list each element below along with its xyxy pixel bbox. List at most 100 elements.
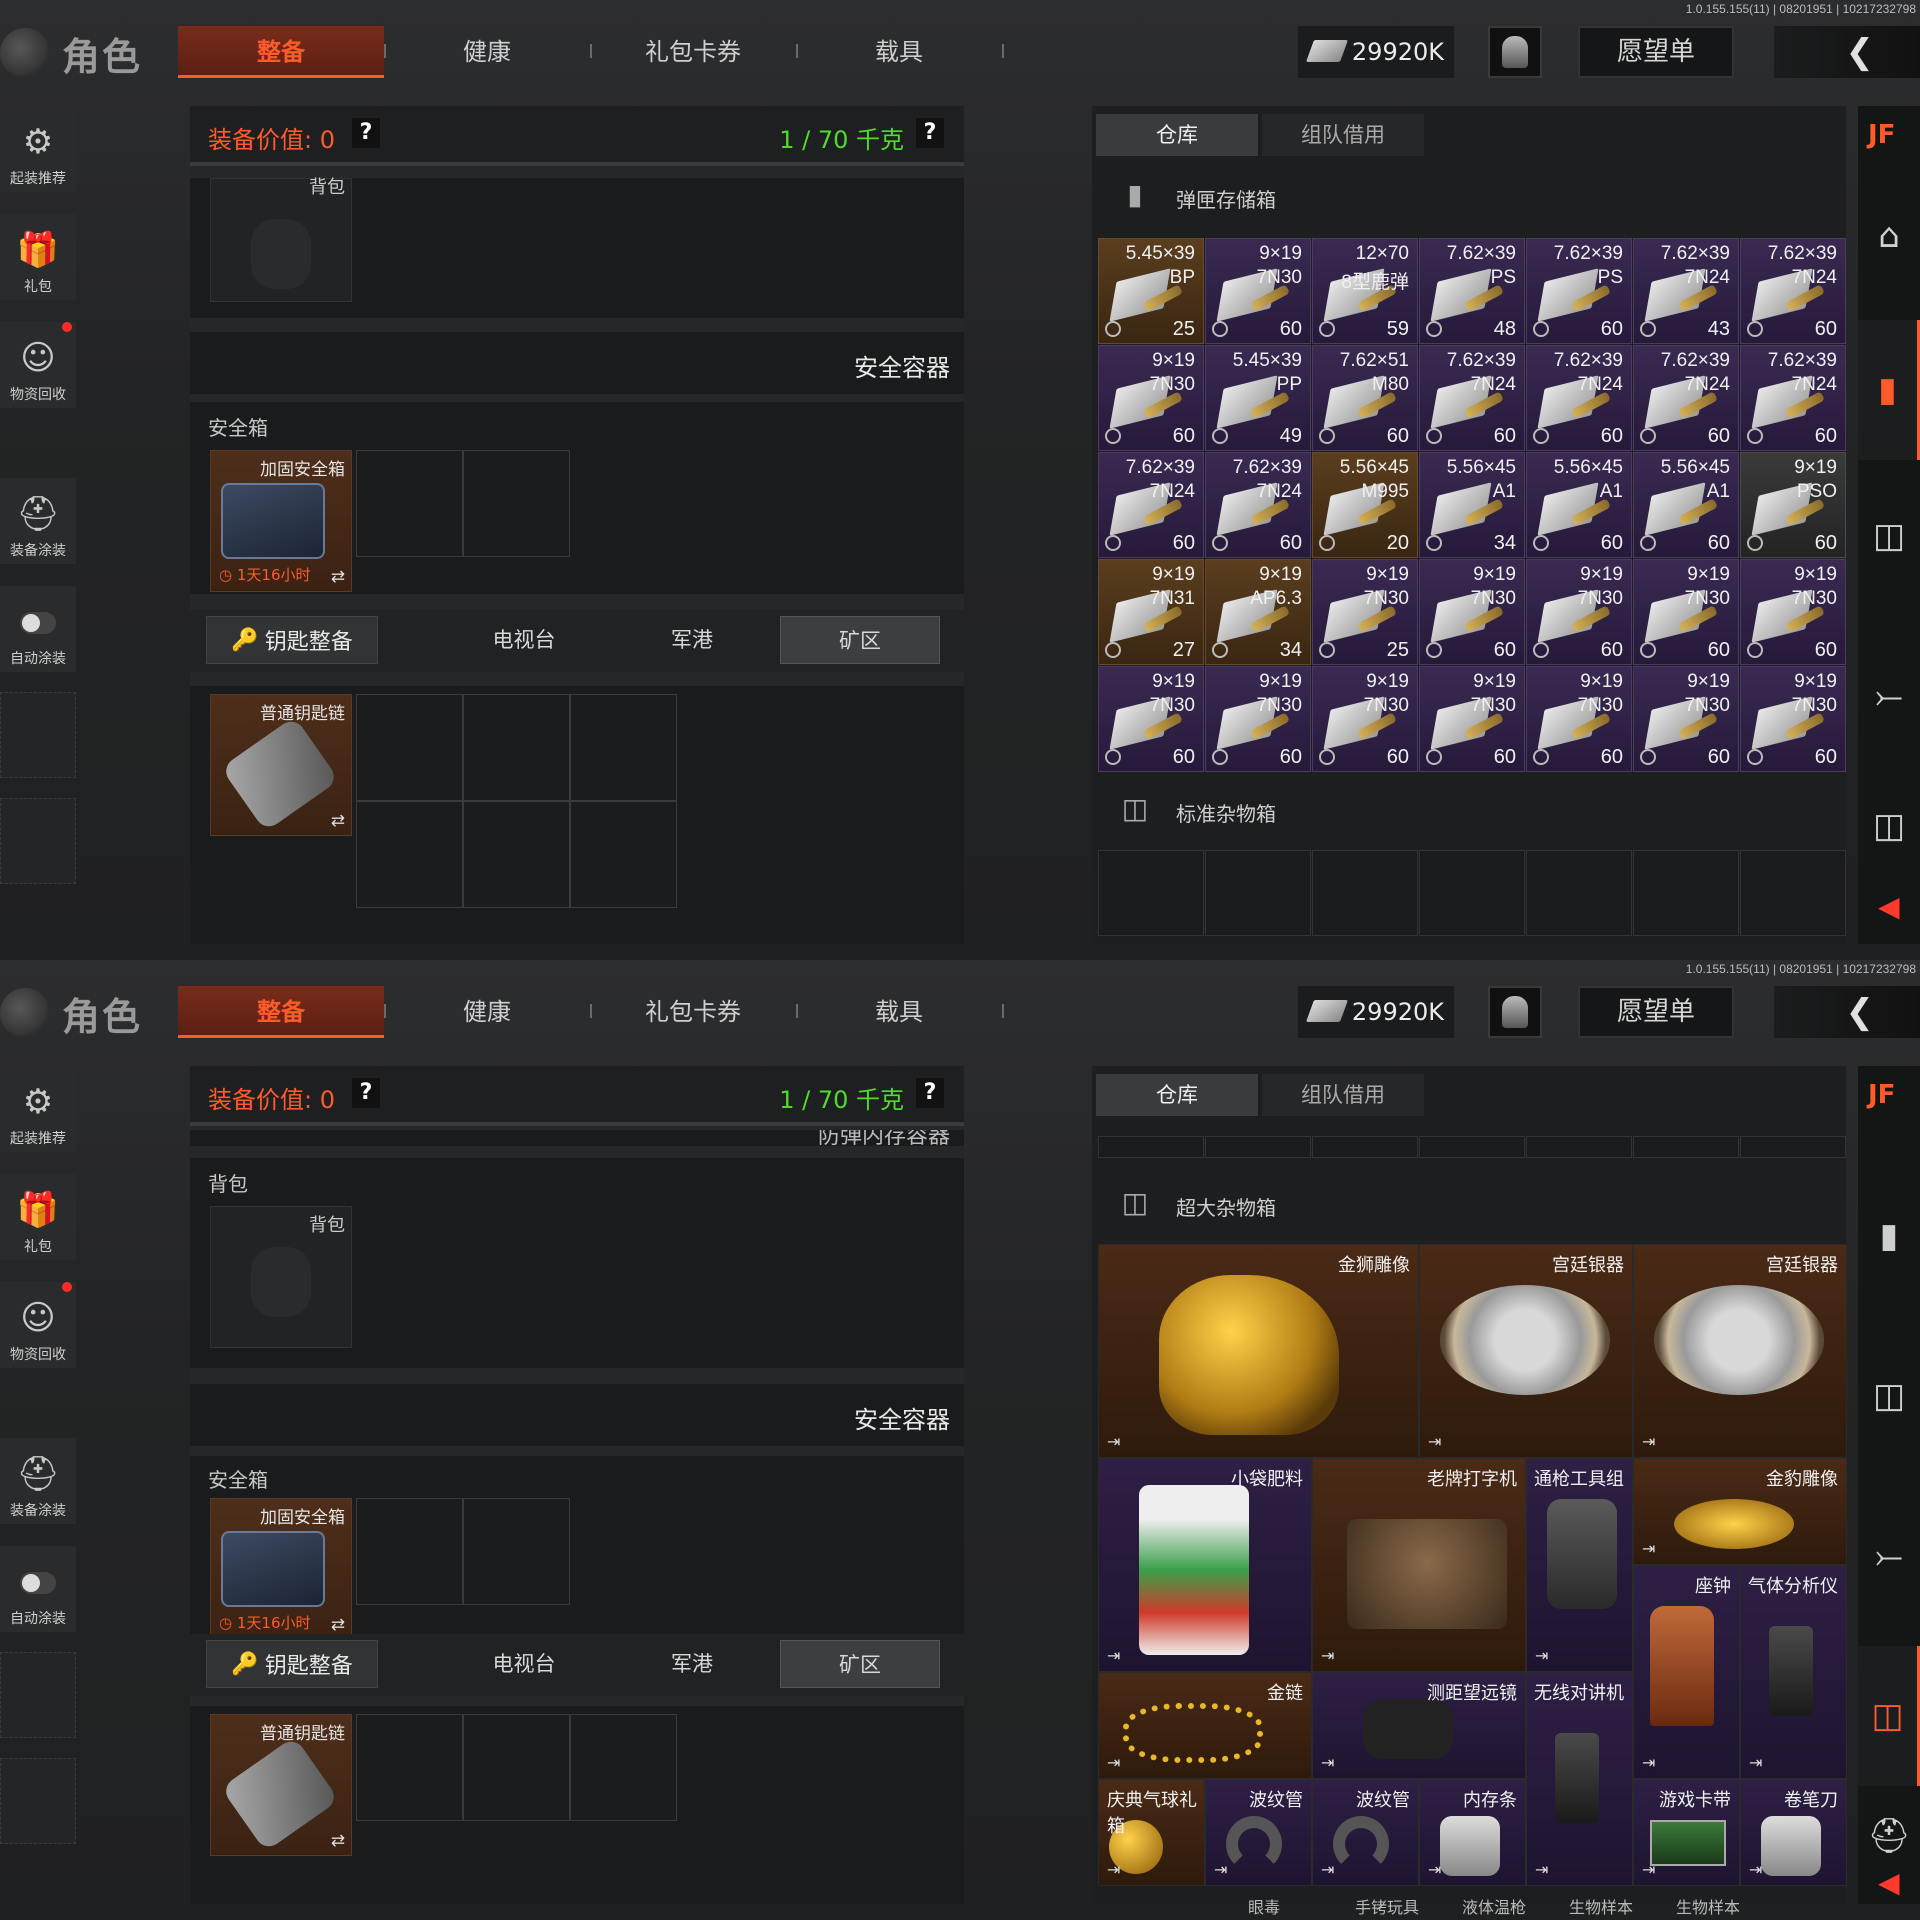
ammo-item[interactable]: 7.62×39 PS 60	[1526, 238, 1632, 344]
ammo-item[interactable]: 9×19 7N30 60	[1312, 666, 1418, 772]
rail-weapon[interactable]: ⤚	[1858, 1486, 1920, 1626]
ammo-item[interactable]: 5.56×45 A1 60	[1526, 452, 1632, 558]
key-cell[interactable]	[570, 694, 677, 801]
misc-item[interactable]: 无线对讲机 ⇥	[1526, 1672, 1633, 1886]
tab-vehicle[interactable]: 载具	[796, 986, 1002, 1038]
misc-item[interactable]: 内存条 ⇥	[1419, 1779, 1526, 1886]
ammo-item[interactable]: 5.56×45 A1 34	[1419, 452, 1525, 558]
key-cell[interactable]	[356, 694, 463, 801]
ammo-item[interactable]: 9×19 7N30 60	[1419, 559, 1525, 665]
backpack-slot[interactable]: 背包	[210, 177, 352, 302]
ammo-item[interactable]: 9×19 7N30 60	[1633, 666, 1739, 772]
ammo-item[interactable]: 9×19 7N31 27	[1098, 559, 1204, 665]
rail-helmet[interactable]: ⛑	[1858, 1806, 1920, 1866]
empty-slot[interactable]	[1419, 850, 1525, 936]
empty-slot[interactable]	[1205, 850, 1311, 936]
help-icon[interactable]: ?	[916, 1078, 944, 1108]
backpack-slot[interactable]: 背包	[210, 1206, 352, 1348]
misc-item[interactable]: 波纹管 ⇥	[1205, 1779, 1312, 1886]
ammo-item[interactable]: 9×19 7N30 60	[1205, 666, 1311, 772]
ammo-item[interactable]: 9×19 AP6.3 34	[1205, 559, 1311, 665]
key-tab-mine[interactable]: 矿区	[780, 616, 940, 664]
key-cell[interactable]	[463, 1714, 570, 1821]
take-out-icon[interactable]: ⇥	[1749, 1753, 1762, 1772]
misc-item[interactable]: 小袋肥料 ⇥	[1098, 1458, 1312, 1672]
sidebar-item-loadout[interactable]: ⚙ 起装推荐	[0, 1066, 76, 1152]
ammo-item[interactable]: 9×19 PSO 60	[1740, 452, 1846, 558]
take-out-icon[interactable]: ⇥	[1321, 1753, 1334, 1772]
previous-box-slot[interactable]	[1740, 1136, 1846, 1158]
ammo-item[interactable]: 7.62×39 7N24 60	[1419, 345, 1525, 451]
rail-xl-box[interactable]: ◫	[1858, 1646, 1920, 1786]
tab-health[interactable]: 健康	[384, 986, 590, 1038]
empty-slot[interactable]	[1526, 850, 1632, 936]
misc-item[interactable]: 宫廷银器 ⇥	[1419, 1244, 1633, 1458]
empty-slot[interactable]	[1740, 850, 1846, 936]
rail-weapon[interactable]: ⤚	[1858, 626, 1920, 766]
help-icon[interactable]: ?	[916, 118, 944, 148]
sidebar-item-recycle[interactable]: ☺ 物资回收	[0, 322, 76, 408]
take-out-icon[interactable]: ⇥	[1214, 1860, 1227, 1879]
ammo-item[interactable]: 9×19 7N30 60	[1419, 666, 1525, 772]
misc-item[interactable]: 金狮雕像 ⇥	[1098, 1244, 1419, 1458]
rail-box[interactable]: ◫	[1858, 466, 1920, 606]
take-out-icon[interactable]: ⇥	[1107, 1646, 1120, 1665]
ammo-item[interactable]: 9×19 7N30 60	[1633, 559, 1739, 665]
take-out-icon[interactable]: ⇥	[1107, 1432, 1120, 1451]
take-out-icon[interactable]: ⇥	[1642, 1539, 1655, 1558]
swap-icon[interactable]: ⇄	[331, 1615, 345, 1635]
ammo-item[interactable]: 9×19 7N30 60	[1740, 666, 1846, 772]
misc-item[interactable]: 庆典气球礼箱 ⇥	[1098, 1779, 1205, 1886]
rail-ammo[interactable]: ▮	[1858, 1166, 1920, 1306]
key-prep-button[interactable]: 🔑 钥匙整备	[206, 1640, 378, 1688]
take-out-icon[interactable]: ⇥	[1107, 1860, 1120, 1879]
safe-box-cell[interactable]	[463, 1498, 570, 1605]
key-tab-port[interactable]: 军港	[612, 1640, 772, 1688]
help-icon[interactable]: ?	[352, 1078, 380, 1108]
ammo-item[interactable]: 9×19 7N30 60	[1098, 666, 1204, 772]
help-icon[interactable]: ?	[352, 118, 380, 148]
currency-display[interactable]: 29920K	[1298, 986, 1454, 1038]
ammo-item[interactable]: 7.62×39 7N24 60	[1205, 452, 1311, 558]
ammo-item[interactable]: 5.56×45 A1 60	[1633, 452, 1739, 558]
tab-equip[interactable]: 整备	[178, 26, 384, 78]
swap-icon[interactable]: ⇄	[331, 811, 345, 831]
rail-box2[interactable]: ◫	[1858, 786, 1920, 866]
key-cell[interactable]	[570, 1714, 677, 1821]
misc-item[interactable]: 宫廷银器 ⇥	[1633, 1244, 1847, 1458]
misc-item[interactable]: 金链 ⇥	[1098, 1672, 1312, 1779]
key-tab-tv[interactable]: 电视台	[444, 616, 604, 664]
operator-button[interactable]	[1488, 26, 1542, 78]
key-tab-mine[interactable]: 矿区	[780, 1640, 940, 1688]
take-out-icon[interactable]: ⇥	[1428, 1860, 1441, 1879]
ammo-item[interactable]: 5.45×39 PP 49	[1205, 345, 1311, 451]
ammo-item[interactable]: 7.62×39 7N24 60	[1740, 345, 1846, 451]
keychain-item[interactable]: 普通钥匙链 ⇄	[210, 1714, 352, 1856]
take-out-icon[interactable]: ⇥	[1642, 1860, 1655, 1879]
key-cell[interactable]	[570, 801, 677, 908]
take-out-icon[interactable]: ⇥	[1749, 1860, 1762, 1879]
take-out-icon[interactable]: ⇥	[1428, 1432, 1441, 1451]
safe-box-item[interactable]: 加固安全箱 ◷ 1天16小时 ⇄	[210, 450, 352, 592]
swap-icon[interactable]: ⇄	[331, 1831, 345, 1851]
ammo-item[interactable]: 7.62×39 7N24 60	[1633, 345, 1739, 451]
misc-item[interactable]: 气体分析仪 ⇥	[1740, 1565, 1847, 1779]
key-cell[interactable]	[356, 801, 463, 908]
safe-box-cell[interactable]	[463, 450, 570, 557]
ammo-item[interactable]: 5.45×39 BP 25	[1098, 238, 1204, 344]
previous-box-slot[interactable]	[1526, 1136, 1632, 1158]
sidebar-item-skin[interactable]: ⛑ 装备涂装	[0, 1438, 76, 1524]
key-tab-port[interactable]: 军港	[612, 616, 772, 664]
previous-box-slot[interactable]	[1312, 1136, 1418, 1158]
toggle-icon[interactable]	[20, 612, 56, 634]
operator-button[interactable]	[1488, 986, 1542, 1038]
tab-equip[interactable]: 整备	[178, 986, 384, 1038]
safe-box-item[interactable]: 加固安全箱 ◷ 1天16小时 ⇄	[210, 1498, 352, 1640]
ammo-item[interactable]: 12×70 8型鹿弹 59	[1312, 238, 1418, 344]
take-out-icon[interactable]: ⇥	[1321, 1646, 1334, 1665]
empty-slot[interactable]	[1312, 850, 1418, 936]
toggle-icon[interactable]	[20, 1572, 56, 1594]
sidebar-item-gift[interactable]: 🎁 礼包	[0, 1174, 76, 1260]
empty-slot[interactable]	[1633, 850, 1739, 936]
ammo-item[interactable]: 9×19 7N30 60	[1098, 345, 1204, 451]
